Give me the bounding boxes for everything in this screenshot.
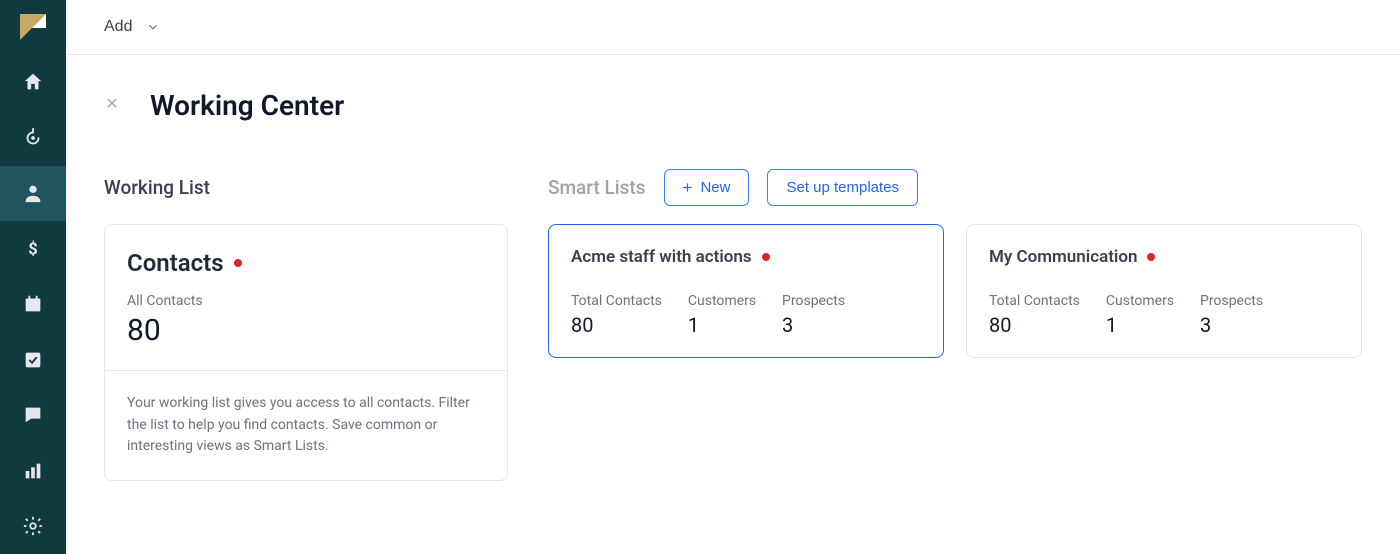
- sidebar-item-settings[interactable]: [0, 499, 66, 554]
- working-list-section: Working List Contacts All Contacts 80: [104, 168, 508, 481]
- metric-customers: Customers 1: [688, 293, 756, 337]
- smart-card-title: My Communication: [989, 247, 1137, 267]
- sidebar-item-contacts[interactable]: [0, 166, 66, 222]
- sidebar-item-tasks[interactable]: [0, 332, 66, 388]
- status-dot-icon: [234, 259, 242, 267]
- close-icon: [104, 95, 120, 111]
- plus-icon: +: [683, 179, 693, 196]
- smart-list-card[interactable]: My Communication Total Contacts 80 Custo…: [966, 224, 1362, 358]
- add-button[interactable]: Add: [104, 18, 160, 36]
- new-label: New: [700, 179, 730, 196]
- sidebar-item-chat[interactable]: [0, 388, 66, 444]
- sidebar-item-analytics[interactable]: [0, 443, 66, 499]
- smart-list-card[interactable]: Acme staff with actions Total Contacts 8…: [548, 224, 944, 358]
- svg-text:$: $: [28, 240, 37, 259]
- chevron-down-icon: [146, 20, 160, 34]
- setup-templates-button[interactable]: Set up templates: [767, 169, 918, 206]
- metric-total-contacts: Total Contacts 80: [571, 293, 662, 337]
- metric-total-contacts: Total Contacts 80: [989, 293, 1080, 337]
- all-contacts-value: 80: [127, 313, 485, 348]
- sidebar-item-calendar[interactable]: [0, 277, 66, 333]
- sidebar-item-target[interactable]: [0, 110, 66, 166]
- metric-prospects: Prospects 3: [1200, 293, 1263, 337]
- page-title: Working Center: [150, 89, 344, 122]
- page-header: Working Center: [104, 89, 1362, 122]
- contacts-card-top: Contacts All Contacts 80: [105, 225, 507, 371]
- close-button[interactable]: [104, 95, 120, 116]
- main-area: Add Working Center Working List: [66, 0, 1400, 554]
- contacts-card[interactable]: Contacts All Contacts 80 Your working li…: [104, 224, 508, 481]
- new-list-button[interactable]: + New: [664, 169, 750, 206]
- status-dot-icon: [1147, 253, 1155, 261]
- app-logo: [0, 0, 66, 55]
- topbar: Add: [66, 0, 1400, 55]
- sidebar: $: [0, 0, 66, 554]
- metric-prospects: Prospects 3: [782, 293, 845, 337]
- content: Working Center Working List Contacts All: [66, 55, 1400, 554]
- smart-lists-section: Smart Lists + New Set up templates Acme: [548, 168, 1362, 481]
- sidebar-item-home[interactable]: [0, 55, 66, 111]
- add-label: Add: [104, 18, 132, 36]
- contacts-card-help: Your working list gives you access to al…: [105, 371, 507, 480]
- sidebar-item-money[interactable]: $: [0, 221, 66, 277]
- status-dot-icon: [762, 253, 770, 261]
- setup-label: Set up templates: [786, 179, 899, 196]
- all-contacts-label: All Contacts: [127, 293, 485, 309]
- smart-card-title: Acme staff with actions: [571, 247, 752, 267]
- working-list-title: Working List: [104, 176, 210, 199]
- smart-lists-title: Smart Lists: [548, 176, 646, 199]
- metric-customers: Customers 1: [1106, 293, 1174, 337]
- contacts-card-title: Contacts: [127, 249, 224, 277]
- help-text: Your working list gives you access to al…: [127, 393, 485, 458]
